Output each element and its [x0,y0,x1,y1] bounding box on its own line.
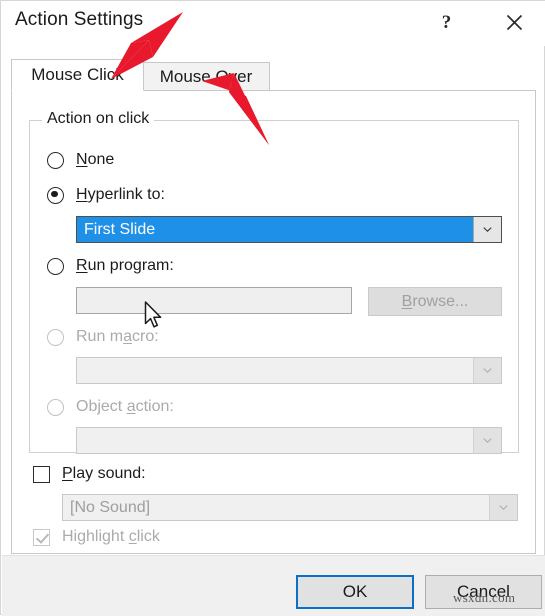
run-program-input[interactable] [76,287,352,314]
radio-hyperlink-to[interactable] [47,186,64,204]
checkbox-row-highlight-click[interactable]: Highlight click [33,528,160,546]
radio-run-macro[interactable] [47,328,64,346]
svg-text:?: ? [441,12,451,32]
action-on-click-group: Action on click None Hyperlink to: First… [29,110,519,454]
radio-run-program[interactable] [47,257,64,275]
radio-row-run-macro[interactable]: Run macro: [47,328,159,346]
checkbox-play-sound[interactable] [33,465,50,483]
action-settings-dialog: Action Settings ? Action on click None H… [0,0,545,616]
chevron-down-icon[interactable] [473,217,501,242]
page-title: Action Settings [15,9,144,30]
checkbox-label-highlight-click: Highlight click [62,528,160,545]
play-sound-value: [No Sound] [63,495,489,520]
tab-mouse-click[interactable]: Mouse Click [11,59,144,91]
tab-strip: Mouse Over Mouse Click [11,59,536,91]
tab-mouse-over[interactable]: Mouse Over [142,62,270,91]
play-sound-combobox[interactable]: [No Sound] [62,494,518,521]
help-icon[interactable]: ? [429,5,463,39]
title-bar: Action Settings ? [1,1,545,46]
run-macro-combobox[interactable] [76,357,502,384]
radio-row-object-action[interactable]: Object action: [47,398,174,416]
tab-panel-mouse-click: Action on click None Hyperlink to: First… [11,90,536,554]
checkbox-row-play-sound[interactable]: Play sound: [33,465,146,483]
object-action-combobox[interactable] [76,427,502,454]
radio-label-run-macro: Run macro: [76,328,159,345]
radio-label-run-program: Run program: [76,257,174,274]
radio-none[interactable] [47,151,64,169]
hyperlink-target-value: First Slide [77,217,473,242]
close-icon[interactable] [497,5,531,39]
chevron-down-icon[interactable] [489,495,517,520]
watermark: wsxdn.com [453,590,516,605]
checkbox-highlight-click[interactable] [33,528,50,546]
hyperlink-target-combobox[interactable]: First Slide [76,216,502,243]
object-action-value [77,428,473,453]
run-macro-value [77,358,473,383]
radio-label-object-action: Object action: [76,398,174,415]
chevron-down-icon[interactable] [473,428,501,453]
checkbox-label-play-sound: Play sound: [62,465,146,482]
radio-row-none[interactable]: None [47,151,114,169]
radio-label-none: None [76,151,115,168]
chevron-down-icon[interactable] [473,358,501,383]
radio-row-run-program[interactable]: Run program: [47,257,174,275]
radio-row-hyperlink[interactable]: Hyperlink to: [47,186,165,204]
ok-button[interactable]: OK [296,575,414,609]
radio-label-hyperlink-to: Hyperlink to: [76,186,165,203]
browse-button[interactable]: Browse... [368,287,502,316]
radio-object-action[interactable] [47,398,64,416]
group-legend: Action on click [42,110,155,128]
